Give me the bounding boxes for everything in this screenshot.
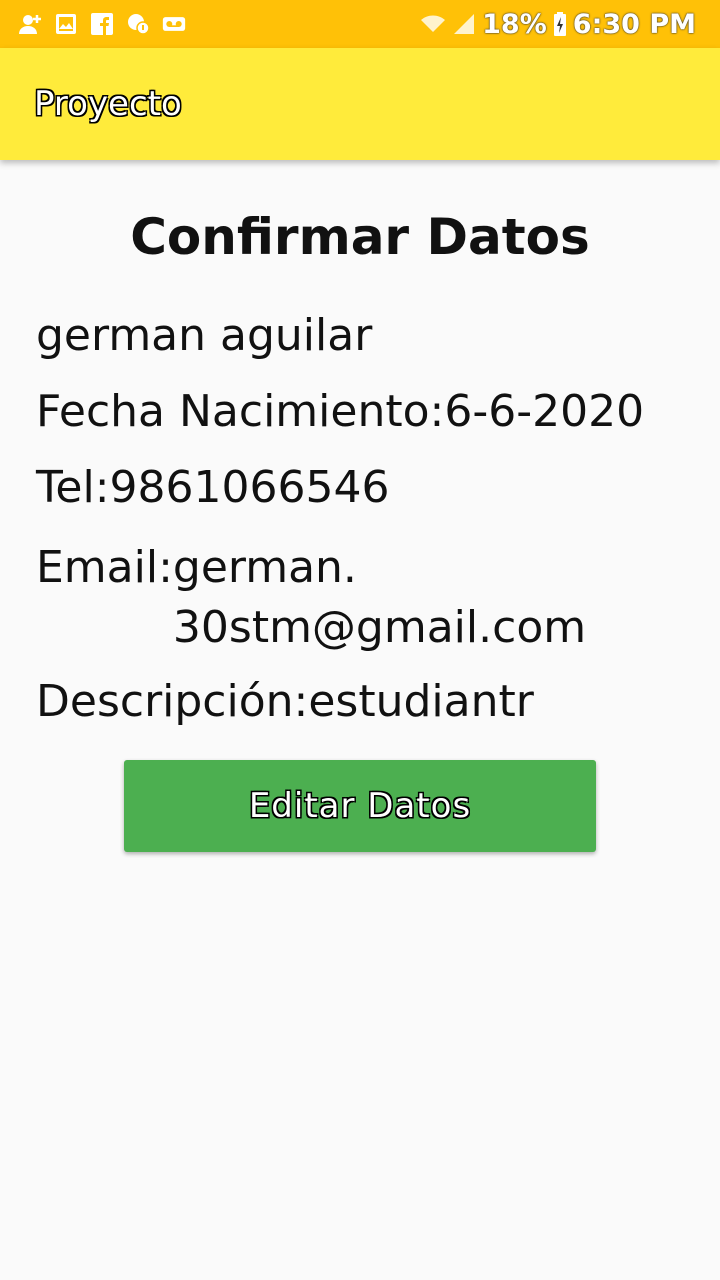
full-name: german aguilar	[36, 310, 373, 361]
chat-icon	[126, 12, 150, 36]
clock: 6:30 PM	[572, 8, 696, 40]
edit-data-button[interactable]: Editar Datos	[124, 760, 596, 852]
notification-icons	[18, 12, 198, 36]
email-value: german. 30stm@gmail.com	[173, 538, 586, 658]
app-bar: Proyecto	[0, 48, 720, 160]
voicemail-icon	[162, 12, 186, 36]
battery-charging-icon	[553, 12, 567, 36]
facebook-icon	[90, 12, 114, 36]
battery-percent: 18%	[482, 8, 547, 40]
add-contact-icon	[18, 12, 42, 36]
description-row: Descripción:estudiantr	[36, 676, 534, 727]
phone-label: Tel:	[36, 462, 110, 513]
description-value: estudiantr	[308, 676, 534, 727]
birth-date-value: 6-6-2020	[444, 386, 645, 437]
gallery-icon	[54, 12, 78, 36]
signal-icon	[452, 12, 476, 36]
system-icons: 18% 6:30 PM	[420, 9, 696, 40]
phone-row: Tel:9861066546	[36, 462, 389, 513]
birth-date-label: Fecha Nacimiento:	[36, 386, 445, 437]
email-row: Email: german. 30stm@gmail.com	[36, 538, 586, 658]
page-title: Confirmar Datos	[130, 208, 590, 266]
email-line-1: german.	[172, 542, 357, 593]
email-label: Email:	[36, 542, 173, 593]
status-bar: 18% 6:30 PM	[0, 0, 720, 48]
app-title: Proyecto	[34, 84, 182, 124]
birth-date-row: Fecha Nacimiento:6-6-2020	[36, 386, 644, 437]
phone-value: 9861066546	[109, 462, 390, 513]
description-label: Descripción:	[36, 676, 309, 727]
wifi-icon	[420, 12, 446, 36]
email-line-2: 30stm@gmail.com	[172, 602, 587, 653]
